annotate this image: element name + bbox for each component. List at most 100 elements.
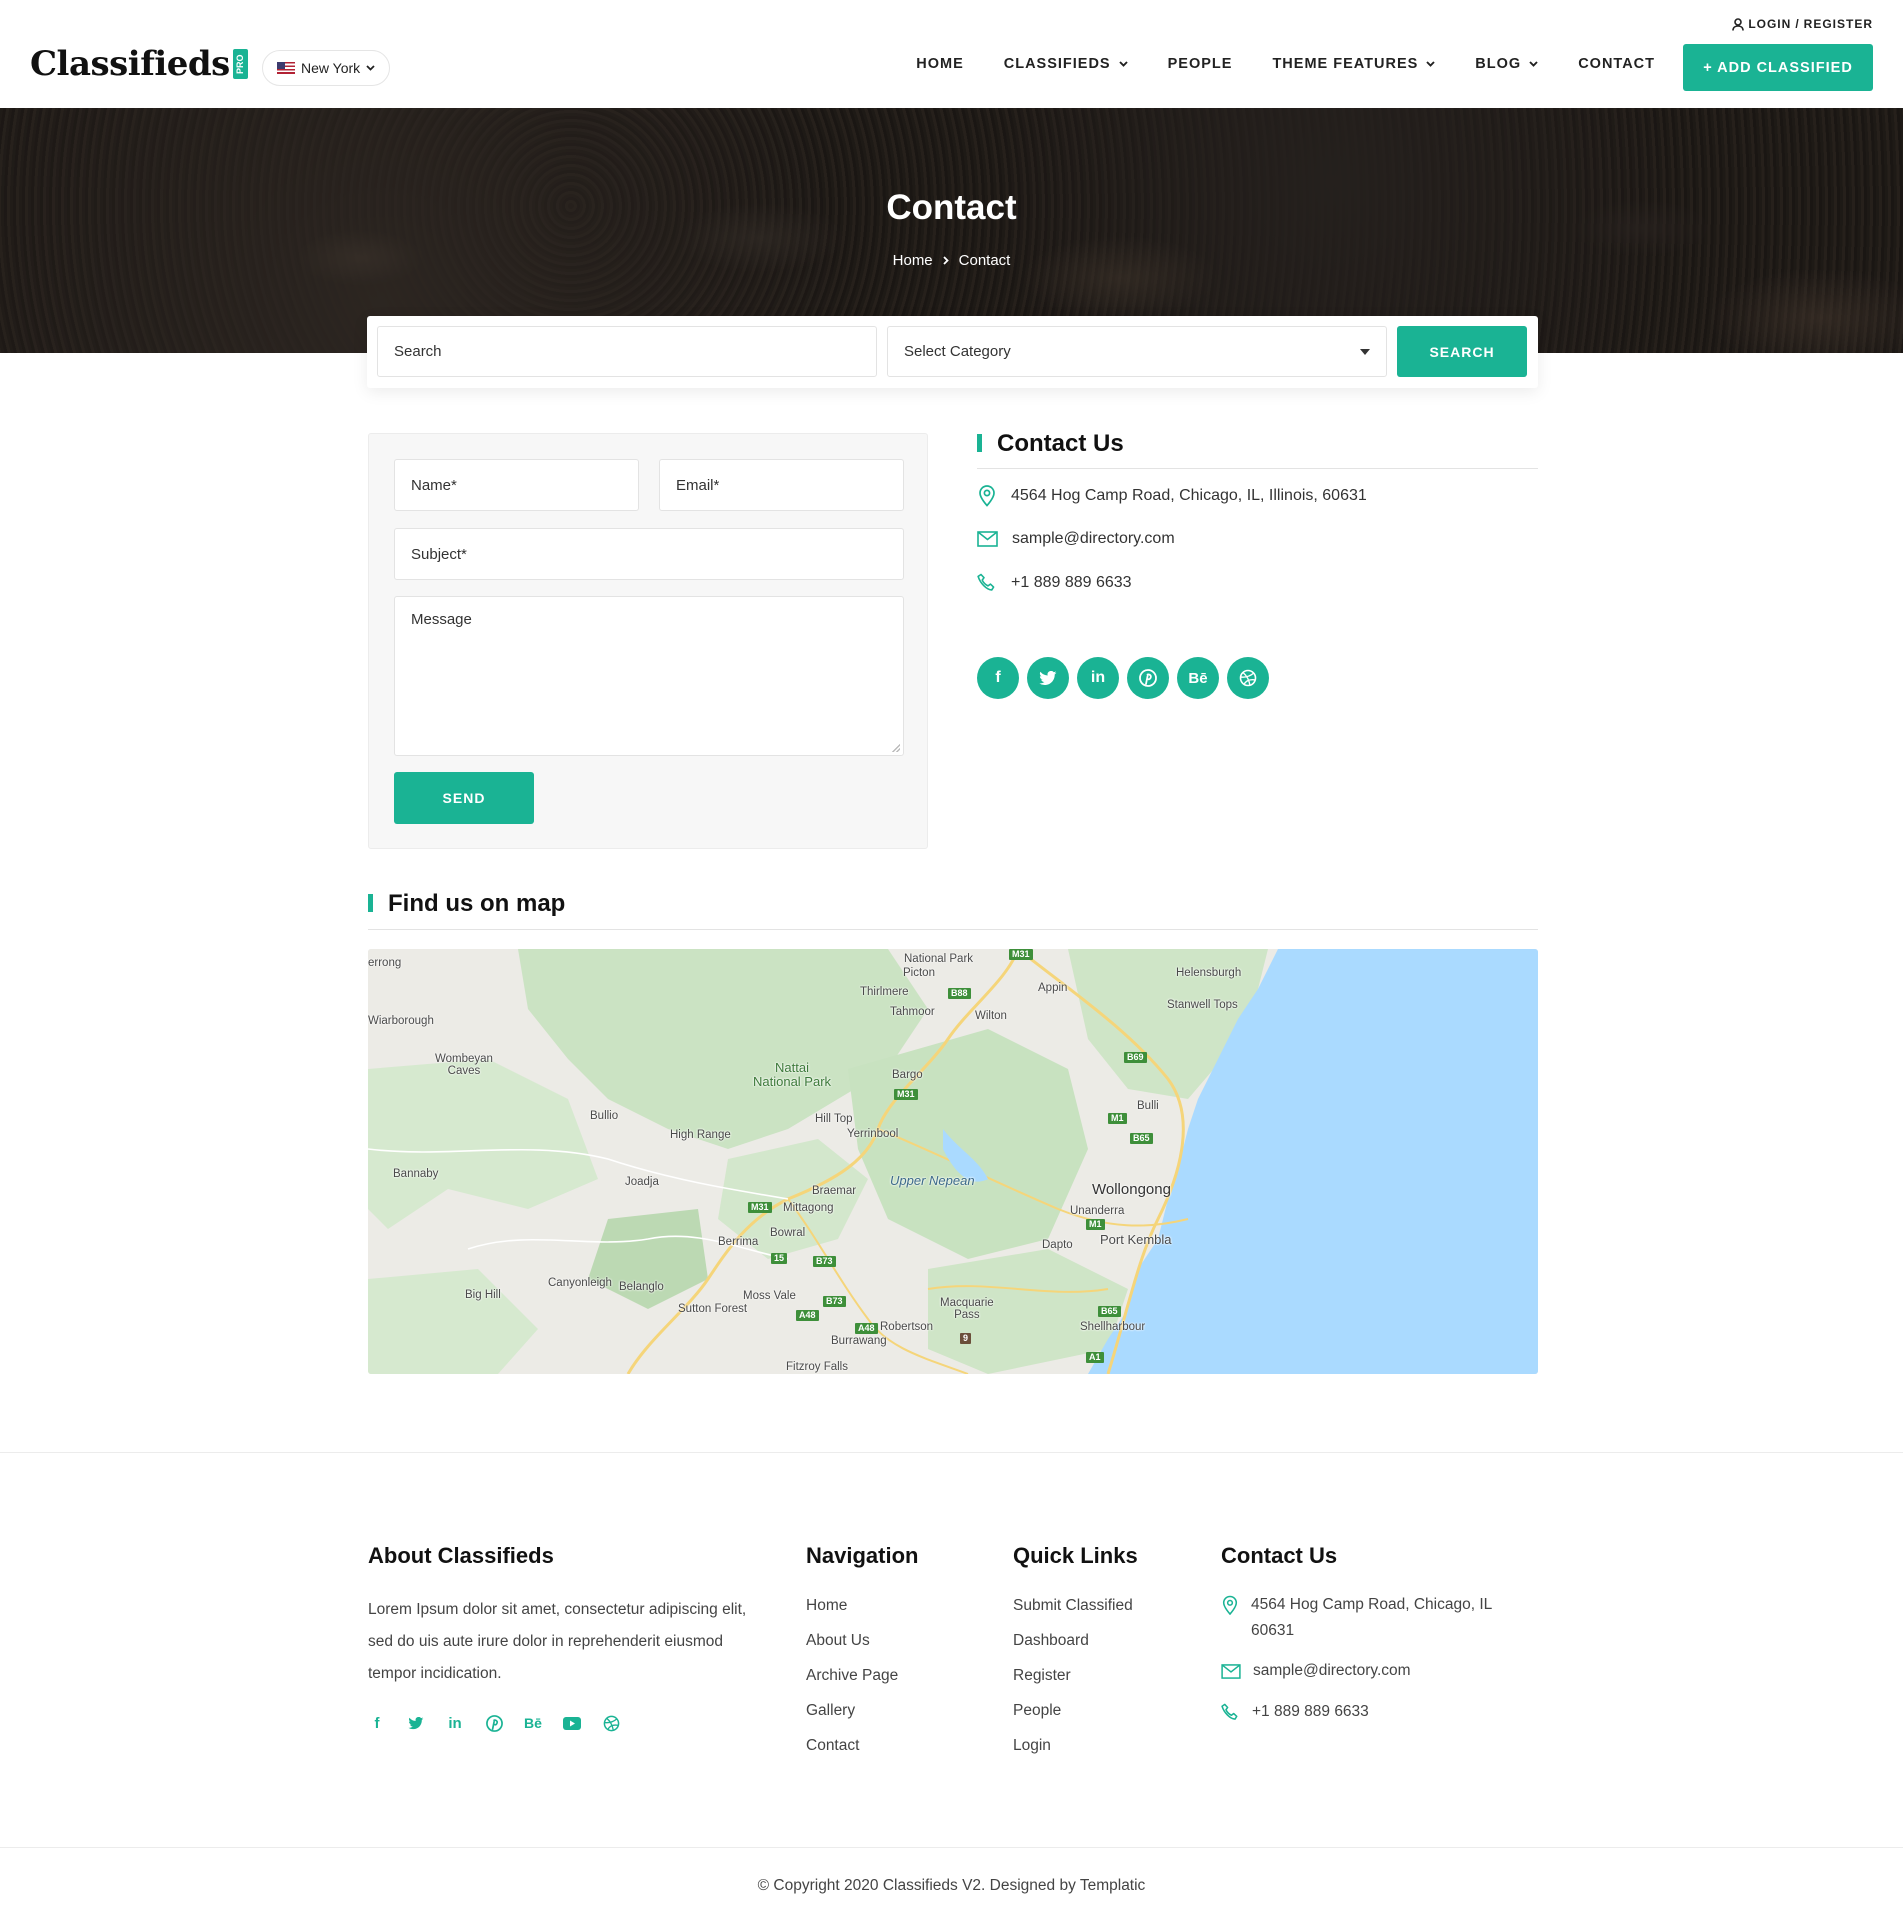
chevron-right-icon (943, 256, 949, 265)
name-field[interactable]: Name* (394, 459, 639, 511)
map-label-burrawang: Burrawang (831, 1335, 887, 1347)
twitter-icon[interactable] (1027, 657, 1069, 699)
contact-form: Name* Email* Subject* Message SEND (368, 433, 928, 849)
map-shield-9: 9 (960, 1333, 972, 1344)
footer-contact-phone-text[interactable]: +1 889 889 6633 (1252, 1699, 1369, 1725)
footer-nav-link-home[interactable]: Home (806, 1596, 898, 1631)
contact-address: 4564 Hog Camp Road, Chicago, IL, Illinoi… (977, 485, 1367, 507)
add-classified-button[interactable]: + ADD CLASSIFIED (1683, 44, 1873, 91)
map-label-national-park: National Park (904, 953, 974, 965)
footer-bottom-divider (0, 1847, 1903, 1848)
footer-quick-links-title: Quick Links (1013, 1543, 1138, 1568)
footer-contact-phone: +1 889 889 6633 (1221, 1699, 1369, 1725)
behance-icon[interactable]: Bē (1177, 657, 1219, 699)
footer-nav-link-gallery[interactable]: Gallery (806, 1701, 898, 1736)
message-field[interactable]: Message (394, 596, 904, 756)
map-label-upper-nepean: Upper Nepean (890, 1173, 975, 1188)
footer-quick-link-register[interactable]: Register (1013, 1666, 1133, 1701)
footer-contact-email: sample@directory.com (1221, 1658, 1411, 1684)
send-button[interactable]: SEND (394, 772, 534, 824)
map-shield-m31: M31 (894, 1089, 918, 1100)
map-shield-b65: B65 (1130, 1133, 1153, 1144)
map-shield-m31: M31 (748, 1202, 772, 1213)
map-shield-b65: B65 (1098, 1306, 1121, 1317)
search-button[interactable]: SEARCH (1397, 326, 1527, 377)
footer-nav-link-archive-page[interactable]: Archive Page (806, 1666, 898, 1701)
nav-item-label: PEOPLE (1167, 56, 1233, 72)
footer-contact-address-text: 4564 Hog Camp Road, Chicago, IL 60631 (1251, 1596, 1492, 1639)
map-label-wilton: Wilton (975, 1010, 1007, 1022)
pinterest-icon[interactable] (485, 1714, 503, 1732)
map-label-bullio: Bullio (590, 1110, 619, 1122)
logo-badge: PRO (232, 49, 248, 79)
nav-item-label: CLASSIFIEDS (1003, 56, 1111, 72)
map-label-stanwell-tops: Stanwell Tops (1167, 999, 1238, 1011)
youtube-icon[interactable] (563, 1714, 581, 1732)
twitter-icon[interactable] (407, 1714, 425, 1732)
city-selector[interactable]: New York (262, 50, 391, 86)
footer-quick-link-login[interactable]: Login (1013, 1736, 1133, 1771)
map-label-canyonleigh: Canyonleigh (548, 1277, 612, 1289)
map-label-sutton-forest: Sutton Forest (678, 1303, 748, 1315)
message-placeholder: Message (411, 611, 472, 628)
logo-text: Classifieds (30, 44, 230, 84)
login-link[interactable]: LOGIN (1748, 17, 1791, 31)
register-link[interactable]: REGISTER (1804, 17, 1873, 31)
map-label-mittagong: Mittagong (783, 1202, 834, 1214)
nav-item-label: HOME (916, 56, 964, 72)
map-label-yerrinbool: Yerrinbool (847, 1128, 899, 1140)
footer-navigation-list: Home About Us Archive Page Gallery Contact (806, 1596, 898, 1771)
footer-contact-address: 4564 Hog Camp Road, Chicago, IL 60631 (1221, 1592, 1521, 1644)
linkedin-icon[interactable]: in (446, 1714, 464, 1732)
map-label-bulli: Bulli (1137, 1100, 1159, 1112)
map-label-moss-vale: Moss Vale (743, 1290, 796, 1302)
location-map[interactable]: errong Wiarborough Wombeyan Caves Nattai… (368, 949, 1538, 1374)
email-field[interactable]: Email* (659, 459, 904, 511)
page-title: Contact (886, 188, 1017, 227)
nav-item-classifieds[interactable]: CLASSIFIEDS (1004, 56, 1128, 72)
breadcrumb: Home Contact (0, 252, 1903, 269)
map-label-fitzroy-falls: Fitzroy Falls (786, 1361, 848, 1373)
facebook-icon[interactable]: f (977, 657, 1019, 699)
chevron-down-icon (366, 65, 375, 71)
dribbble-icon[interactable] (1227, 657, 1269, 699)
map-shield-a48: A48 (796, 1310, 819, 1321)
resize-grip-icon[interactable] (892, 744, 900, 752)
facebook-icon[interactable]: f (368, 1714, 386, 1732)
nav-item-people[interactable]: PEOPLE (1168, 56, 1233, 72)
envelope-icon (1221, 1664, 1241, 1679)
category-select-value: Select Category (904, 343, 1011, 360)
nav-item-blog[interactable]: BLOG (1475, 56, 1538, 72)
breadcrumb-home[interactable]: Home (893, 252, 933, 269)
nav-item-contact[interactable]: CONTACT (1578, 56, 1655, 72)
site-logo[interactable]: Classifieds PRO (30, 44, 248, 84)
category-select[interactable]: Select Category (887, 326, 1387, 377)
footer-nav-link-contact[interactable]: Contact (806, 1736, 898, 1771)
map-pin-icon (979, 485, 995, 507)
search-input[interactable]: Search (377, 326, 877, 377)
contact-social-links: f in Bē (977, 657, 1269, 699)
city-label: New York (301, 60, 361, 76)
map-pin-icon (1222, 1595, 1238, 1616)
map-label-wiarborough: Wiarborough (368, 1015, 434, 1027)
footer-about-text: Lorem Ipsum dolor sit amet, consectetur … (368, 1601, 747, 1682)
footer-contact-email-text[interactable]: sample@directory.com (1253, 1658, 1411, 1684)
footer-quick-link-people[interactable]: People (1013, 1701, 1133, 1736)
contact-email-text[interactable]: sample@directory.com (1012, 530, 1175, 548)
nav-item-home[interactable]: HOME (916, 56, 964, 72)
chevron-down-icon (1529, 61, 1538, 67)
dribbble-icon[interactable] (602, 1714, 620, 1732)
nav-item-label: THEME FEATURES (1272, 56, 1419, 72)
pinterest-icon[interactable] (1127, 657, 1169, 699)
contact-phone-text[interactable]: +1 889 889 6633 (1011, 574, 1132, 592)
footer-nav-link-about-us[interactable]: About Us (806, 1631, 898, 1666)
login-register-link[interactable]: LOGIN / REGISTER (1732, 17, 1873, 31)
contact-address-text: 4564 Hog Camp Road, Chicago, IL, Illinoi… (1011, 487, 1367, 504)
linkedin-icon[interactable]: in (1077, 657, 1119, 699)
map-label-big-hill: Big Hill (465, 1289, 501, 1301)
footer-quick-link-dashboard[interactable]: Dashboard (1013, 1631, 1133, 1666)
behance-icon[interactable]: Bē (524, 1714, 542, 1732)
subject-field[interactable]: Subject* (394, 528, 904, 580)
nav-item-theme-features[interactable]: THEME FEATURES (1272, 56, 1435, 72)
footer-quick-link-submit-classified[interactable]: Submit Classified (1013, 1596, 1133, 1631)
